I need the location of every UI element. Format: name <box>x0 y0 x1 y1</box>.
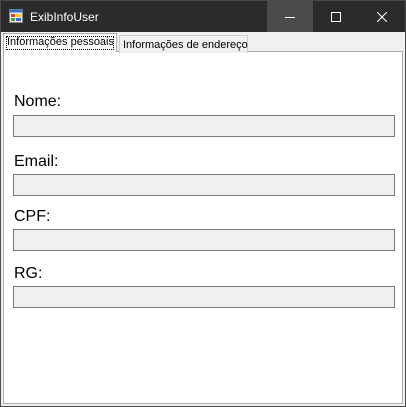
close-button[interactable] <box>359 1 405 32</box>
tab-address-info-label: Informações de endereço <box>123 39 248 51</box>
rg-label: RG: <box>14 265 43 282</box>
app-window: ExibInfoUser Nome: Email: CPF: RG: Infor… <box>0 0 406 407</box>
name-label: Nome: <box>14 93 62 110</box>
tab-address-info[interactable]: Informações de endereço <box>119 35 248 53</box>
minimize-button[interactable] <box>267 1 313 32</box>
minimize-icon <box>285 16 295 18</box>
maximize-button[interactable] <box>313 1 359 32</box>
email-label: Email: <box>14 153 59 170</box>
app-form-icon <box>9 9 23 23</box>
client-area: Nome: Email: CPF: RG: Informações pessoa… <box>1 32 405 406</box>
tab-personal-info[interactable]: Informações pessoais <box>3 33 117 52</box>
rg-field[interactable] <box>13 286 395 308</box>
window-title: ExibInfoUser <box>30 10 99 24</box>
tab-personal-info-label: Informações pessoais <box>7 36 114 48</box>
cpf-label: CPF: <box>14 208 51 225</box>
name-field[interactable] <box>13 115 395 137</box>
title-bar[interactable]: ExibInfoUser <box>1 1 405 32</box>
tab-page-personal-info: Nome: Email: CPF: RG: <box>3 51 403 404</box>
cpf-field[interactable] <box>13 229 395 251</box>
maximize-icon <box>331 11 341 22</box>
close-icon <box>377 11 387 22</box>
email-field[interactable] <box>13 174 395 196</box>
